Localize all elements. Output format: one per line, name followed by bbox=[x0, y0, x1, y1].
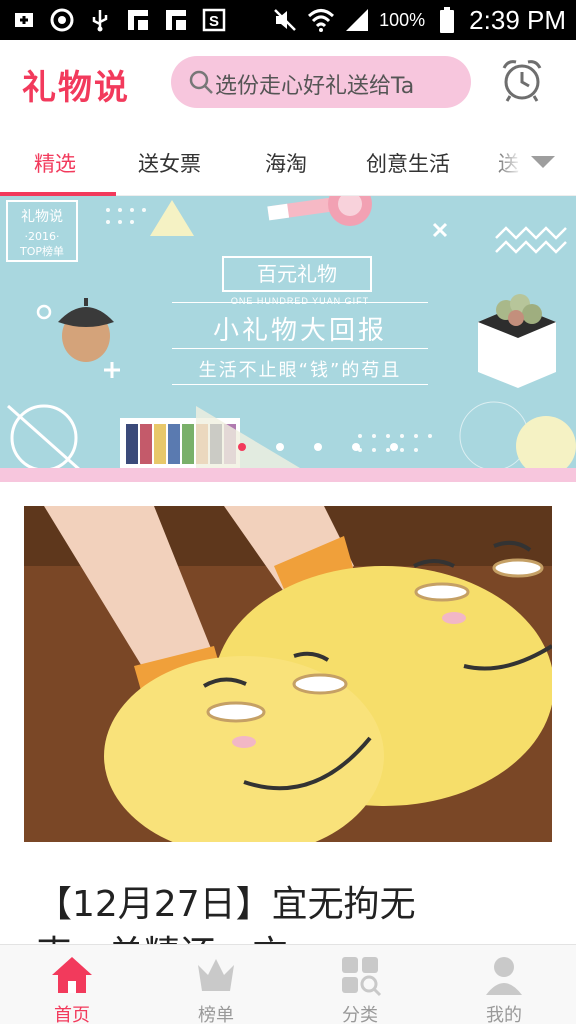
battery-icon bbox=[433, 6, 461, 34]
s-app-icon: S bbox=[200, 6, 228, 34]
page-dot[interactable] bbox=[352, 443, 360, 451]
nav-label: 榜单 bbox=[198, 1005, 234, 1024]
page-dot-active[interactable] bbox=[238, 443, 246, 451]
banner-divider bbox=[172, 384, 428, 385]
promo-banner[interactable]: 礼物说 ·2016· TOP榜单 百元礼物 ONE HUNDRED YUAN G… bbox=[0, 196, 576, 468]
badge-brand: 礼物说 bbox=[21, 209, 63, 225]
mute-icon bbox=[271, 6, 299, 34]
wifi-icon bbox=[307, 6, 335, 34]
banner-title: 百元礼物 bbox=[222, 256, 372, 292]
top-list-badge: 礼物说 ·2016· TOP榜单 bbox=[6, 200, 78, 262]
alarm-clock-icon bbox=[498, 56, 546, 108]
tab-overseas[interactable]: 海淘 bbox=[265, 148, 307, 178]
banner-divider bbox=[172, 348, 428, 349]
banner-bottom-stripe bbox=[0, 468, 576, 482]
crown-icon bbox=[192, 951, 240, 999]
badge-year: ·2016· bbox=[24, 230, 60, 243]
nav-ranking[interactable]: 榜单 bbox=[144, 945, 288, 1024]
nav-home[interactable]: 首页 bbox=[0, 945, 144, 1024]
banner-page-indicator bbox=[238, 443, 398, 451]
battery-percent: 100% bbox=[379, 9, 426, 30]
profile-icon bbox=[480, 951, 528, 999]
add-box-icon bbox=[10, 6, 38, 34]
tab-featured[interactable]: 精选 bbox=[34, 148, 76, 178]
slippers-photo bbox=[24, 506, 552, 842]
sync-icon bbox=[48, 6, 76, 34]
tab-gifts-for-girlfriend[interactable]: 送女票 bbox=[138, 148, 201, 178]
banner-english-subtitle: ONE HUNDRED YUAN GIFT bbox=[230, 296, 370, 306]
page-dot[interactable] bbox=[390, 443, 398, 451]
category-icon bbox=[336, 951, 384, 999]
search-icon bbox=[187, 68, 215, 96]
status-bar: S 100% 2:39 PM bbox=[0, 0, 576, 40]
banner-headline: 小礼物大回报 bbox=[212, 316, 387, 346]
status-icons-left: S bbox=[10, 6, 228, 34]
category-tabs: 精选 送女票 海淘 创意生活 送 bbox=[0, 126, 576, 196]
signal-icon bbox=[343, 6, 371, 34]
page-dot[interactable] bbox=[276, 443, 284, 451]
nav-category[interactable]: 分类 bbox=[288, 945, 432, 1024]
page-dot[interactable] bbox=[314, 443, 322, 451]
alarm-button[interactable] bbox=[496, 56, 548, 108]
app-logo: 礼物说 bbox=[22, 68, 130, 108]
chevron-down-icon[interactable] bbox=[528, 152, 558, 172]
nav-label: 我的 bbox=[486, 1005, 522, 1024]
article-image[interactable] bbox=[24, 506, 552, 842]
search-bar[interactable]: 选份走心好礼送给Ta bbox=[171, 56, 471, 108]
app-header: 礼物说 选份走心好礼送给Ta bbox=[0, 40, 576, 126]
article-title-line: 【12月27日】宜无拘无 bbox=[36, 884, 416, 925]
svg-text:S: S bbox=[209, 13, 219, 30]
notification-icon bbox=[162, 6, 190, 34]
tab-creative-life[interactable]: 创意生活 bbox=[366, 148, 450, 178]
nav-profile[interactable]: 我的 bbox=[432, 945, 576, 1024]
nav-label: 分类 bbox=[342, 1005, 378, 1024]
badge-text: TOP榜单 bbox=[19, 245, 64, 258]
notification-icon bbox=[124, 6, 152, 34]
bottom-nav: 首页 榜单 分类 我的 bbox=[0, 944, 576, 1024]
status-icons-right: 100% 2:39 PM bbox=[271, 0, 566, 40]
search-placeholder: 选份走心好礼送给Ta bbox=[215, 74, 415, 99]
usb-icon bbox=[86, 6, 114, 34]
clock: 2:39 PM bbox=[469, 4, 566, 35]
nav-label: 首页 bbox=[54, 1005, 90, 1024]
banner-tagline: 生活不止眼“钱”的苟且 bbox=[198, 360, 402, 381]
home-icon bbox=[48, 951, 96, 999]
